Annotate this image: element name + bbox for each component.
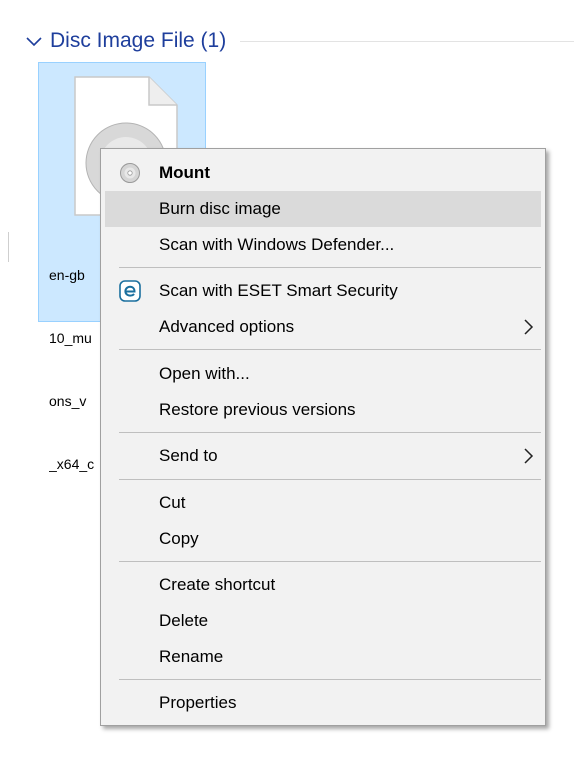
menu-item-label: Burn disc image [159,199,281,218]
menu-item-label: Scan with ESET Smart Security [159,281,398,300]
menu-item-label: Scan with Windows Defender... [159,235,395,254]
menu-item-delete[interactable]: Delete [105,603,541,639]
menu-separator [119,432,541,433]
menu-item-advanced-options[interactable]: Advanced options [105,309,541,345]
group-header-disc-image-file[interactable]: Disc Image File (1) [24,24,574,58]
menu-item-cut[interactable]: Cut [105,485,541,521]
group-divider [240,40,574,42]
menu-item-label: Open with... [159,364,250,383]
menu-item-label: Rename [159,647,224,666]
menu-item-label: Advanced options [159,317,295,336]
menu-separator [119,349,541,350]
chevron-right-icon [524,448,534,464]
menu-item-label: Copy [159,529,199,548]
eset-icon [119,280,141,302]
menu-item-restore-previous-versions[interactable]: Restore previous versions [105,392,541,428]
chevron-down-icon[interactable] [24,31,44,51]
menu-item-rename[interactable]: Rename [105,639,541,675]
menu-item-create-shortcut[interactable]: Create shortcut [105,567,541,603]
pane-edge [8,232,9,262]
menu-item-label: Create shortcut [159,575,276,594]
menu-separator [119,561,541,562]
menu-separator [119,479,541,480]
menu-item-label: Cut [159,493,186,512]
menu-item-send-to[interactable]: Send to [105,438,541,474]
menu-item-scan-windows-defender[interactable]: Scan with Windows Defender... [105,227,541,263]
menu-item-label: Send to [159,446,218,465]
menu-separator [119,267,541,268]
menu-separator [119,679,541,680]
menu-item-label: Mount [159,163,210,182]
menu-item-burn-disc-image[interactable]: Burn disc image [105,191,541,227]
menu-item-copy[interactable]: Copy [105,521,541,557]
menu-item-properties[interactable]: Properties [105,685,541,721]
chevron-right-icon [524,319,534,335]
group-title: Disc Image File (1) [50,29,227,52]
context-menu: Mount Burn disc image Scan with Windows … [100,148,546,726]
disc-icon [120,163,140,183]
menu-item-open-with[interactable]: Open with... [105,356,541,392]
menu-item-label: Properties [159,693,237,712]
menu-item-label: Delete [159,611,209,630]
menu-item-scan-eset[interactable]: Scan with ESET Smart Security [105,273,541,309]
menu-item-label: Restore previous versions [159,400,356,419]
menu-item-mount[interactable]: Mount [105,155,541,191]
